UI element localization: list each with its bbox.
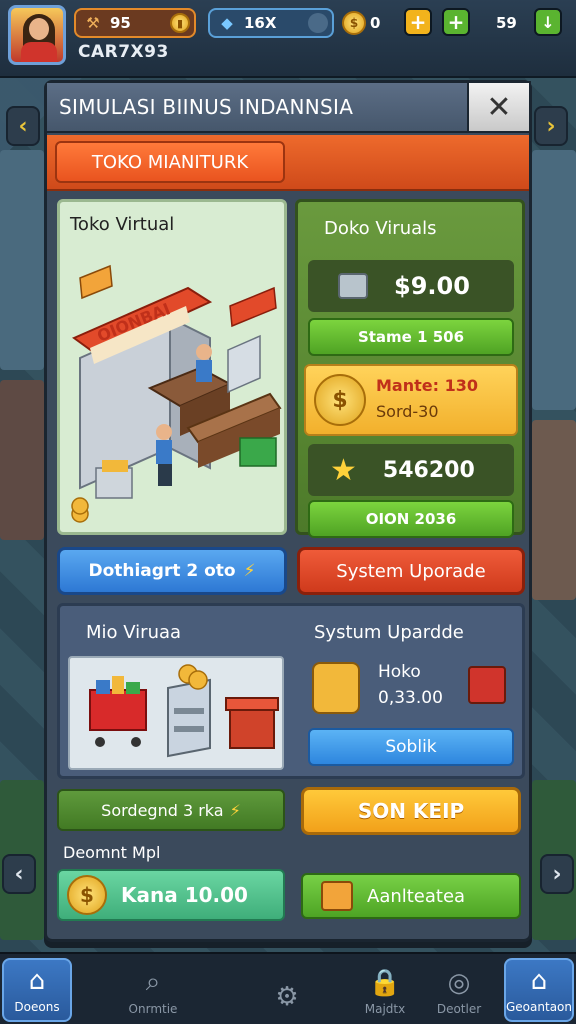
close-icon: ✕ bbox=[486, 89, 512, 125]
nav-home[interactable]: ⌂ Doeons bbox=[2, 958, 72, 1022]
nav-target-label: Deotler bbox=[436, 1002, 482, 1016]
close-button[interactable]: ✕ bbox=[467, 81, 531, 133]
store-card-label: Toko Virtual bbox=[70, 214, 175, 235]
nav-search-label: Onrmtie bbox=[128, 1002, 178, 1016]
price-2: 546200 bbox=[382, 457, 475, 483]
gem-icon: ◆ bbox=[221, 14, 233, 32]
add-coins-button[interactable]: + bbox=[404, 8, 432, 36]
home-icon: ⌂ bbox=[28, 966, 46, 996]
nav-settings[interactable]: ⚙ bbox=[252, 958, 322, 1022]
shop-details-card: Doko Viruals $9.00 Stame 1 506 $ Mante: … bbox=[295, 199, 525, 538]
price-slot-2: ★ 546200 bbox=[308, 444, 514, 496]
energy-counter: ⚒ 95 ▮ bbox=[74, 8, 196, 38]
search-icon: ⌕ bbox=[145, 967, 161, 997]
shop-details-title: Doko Viruals bbox=[324, 218, 437, 239]
gear-icon: ⚙ bbox=[275, 982, 299, 1012]
stame-button[interactable]: Stame 1 506 bbox=[308, 318, 514, 356]
nav-map-label: Geoantaon bbox=[506, 1000, 572, 1014]
top-bar: ⚒ 95 ▮ ◆ 16X $ 0 + + 59 ↓ CAR7X93 bbox=[0, 0, 576, 78]
download-button[interactable]: ↓ bbox=[534, 8, 562, 36]
upgrade-buy-button[interactable]: Soblik bbox=[308, 728, 514, 766]
gems-add-icon[interactable] bbox=[308, 13, 328, 33]
inventory-section: Mio Viruaa Systum Upardde Hoko 0,33.00 S… bbox=[57, 603, 525, 779]
coins-counter: $ 0 bbox=[342, 8, 392, 38]
gems-value: 16X bbox=[244, 14, 277, 32]
oion-button[interactable]: OION 2036 bbox=[308, 500, 514, 538]
nav-search[interactable]: ⌕ Onrmtie bbox=[118, 958, 188, 1022]
inventory-items[interactable] bbox=[68, 656, 284, 770]
coin-reward-slot: $ Mante: 130 Sord-30 bbox=[304, 364, 518, 436]
star-icon: ★ bbox=[330, 452, 357, 488]
coin-stack-icon: $ bbox=[342, 11, 366, 35]
chest-icon bbox=[338, 273, 368, 299]
tab-bar: TOKO MIANITURK bbox=[47, 135, 529, 191]
price-slot-1: $9.00 bbox=[308, 260, 514, 312]
panel-title: SIMULASI BIINUS INDANNSIA bbox=[59, 95, 354, 119]
gift-button[interactable]: Aanlteatea bbox=[301, 873, 521, 919]
add-cash-button[interactable]: + bbox=[442, 8, 470, 36]
lightning-icon: ⚡ bbox=[243, 561, 256, 581]
price-1: $9.00 bbox=[394, 272, 470, 300]
inventory-title: Mio Viruaa bbox=[86, 622, 182, 643]
gift-label: Aanlteatea bbox=[367, 885, 466, 907]
big-coin-icon: $ bbox=[314, 374, 366, 426]
next-page-button[interactable]: › bbox=[540, 854, 574, 894]
scanner-icon bbox=[312, 662, 360, 714]
coin-line-2: Sord-30 bbox=[376, 402, 439, 421]
tab-toko[interactable]: TOKO MIANITURK bbox=[55, 141, 285, 183]
store-card[interactable]: Toko Virtual OIONBAI bbox=[57, 199, 287, 535]
inventory-illustration bbox=[89, 664, 279, 758]
simulation-panel: SIMULASI BIINUS INDANNSIA ✕ TOKO MIANITU… bbox=[44, 80, 532, 942]
player-id: CAR7X93 bbox=[78, 42, 169, 62]
lock-icon: 🔒 bbox=[368, 968, 402, 998]
player-avatar[interactable] bbox=[8, 5, 66, 65]
store-illustration: OIONBAI bbox=[71, 264, 282, 523]
right-arrow-button[interactable]: › bbox=[534, 106, 568, 146]
balance-value: Kana 10.00 bbox=[121, 883, 248, 907]
special-offer-button[interactable]: SON KEIP bbox=[301, 787, 521, 835]
nav-locked[interactable]: 🔒 Majdtx bbox=[350, 958, 420, 1022]
nav-target[interactable]: ◎ Deotler bbox=[424, 958, 494, 1022]
dollar-coin-icon: $ bbox=[67, 875, 107, 915]
left-arrow-button[interactable]: ‹ bbox=[6, 106, 40, 146]
target-icon: ◎ bbox=[447, 968, 471, 998]
wrench-icon: ⚒ bbox=[86, 14, 100, 32]
cash-counter: 59 bbox=[476, 8, 532, 38]
upgrade-item-name: Hoko bbox=[378, 662, 421, 682]
nav-map[interactable]: ⌂ Geoantaon bbox=[504, 958, 574, 1022]
secondary-action-label: Sordegnd 3 rka bbox=[101, 800, 224, 820]
nav-home-label: Doeons bbox=[14, 1000, 60, 1014]
prev-page-button[interactable]: ‹ bbox=[2, 854, 36, 894]
bottom-navigation: ⌂ Doeons ⌕ Onrmtie ⚙ 🔒 Majdtx ◎ Deotler … bbox=[0, 952, 576, 1024]
balance-button[interactable]: $ Kana 10.00 bbox=[57, 869, 285, 921]
primary-action-label: Dothiagrt 2 oto bbox=[88, 561, 236, 581]
gift-box-icon bbox=[468, 666, 506, 704]
energy-value: 95 bbox=[110, 14, 131, 32]
system-upgrade-button[interactable]: System Uporade bbox=[297, 547, 525, 595]
secondary-action-button[interactable]: Sordegnd 3 rka ⚡ bbox=[57, 789, 285, 831]
gift-icon bbox=[321, 881, 353, 911]
coins-value: 0 bbox=[370, 14, 381, 32]
gems-counter: ◆ 16X bbox=[208, 8, 334, 38]
panel-header: SIMULASI BIINUS INDANNSIA bbox=[47, 83, 529, 133]
cash-value: 59 bbox=[496, 14, 517, 32]
balance-label: Deomnt Mpl bbox=[57, 835, 285, 869]
coin-icon: ▮ bbox=[170, 13, 190, 33]
upgrade-item-price: 0,33.00 bbox=[378, 688, 443, 708]
primary-action-button[interactable]: Dothiagrt 2 oto ⚡ bbox=[57, 547, 287, 595]
map-icon: ⌂ bbox=[530, 966, 548, 996]
nav-locked-label: Majdtx bbox=[364, 1002, 406, 1016]
coin-line-1: Mante: 130 bbox=[376, 376, 478, 395]
lightning-icon: ⚡ bbox=[229, 800, 241, 820]
upgrade-title: Systum Upardde bbox=[314, 622, 464, 643]
